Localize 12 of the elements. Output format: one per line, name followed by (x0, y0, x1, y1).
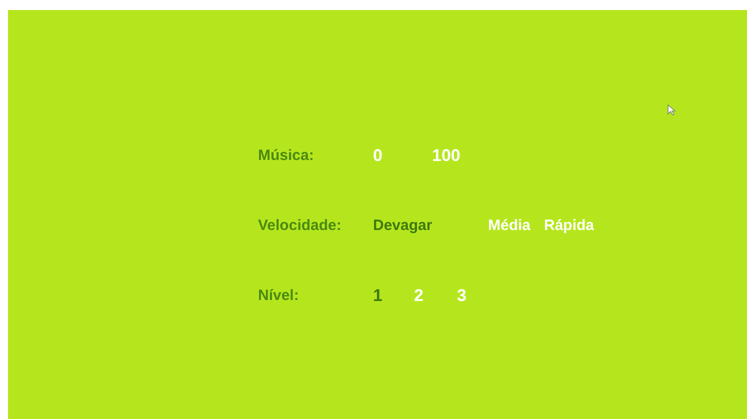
option-button[interactable]: Rápida (544, 217, 594, 234)
option-button[interactable]: 3 (457, 286, 466, 305)
option-button[interactable]: Devagar (373, 217, 432, 234)
setting-label: Música: (258, 146, 315, 166)
option-button[interactable]: 1 (373, 286, 382, 305)
setting-label: Velocidade: (258, 216, 342, 236)
option-button[interactable]: 100 (432, 146, 460, 165)
cursor-icon (667, 104, 676, 116)
option-button[interactable]: 0 (373, 146, 382, 165)
setting-label: Nível: (258, 286, 300, 306)
option-button[interactable]: Média (488, 217, 531, 234)
option-button[interactable]: 2 (414, 286, 424, 305)
